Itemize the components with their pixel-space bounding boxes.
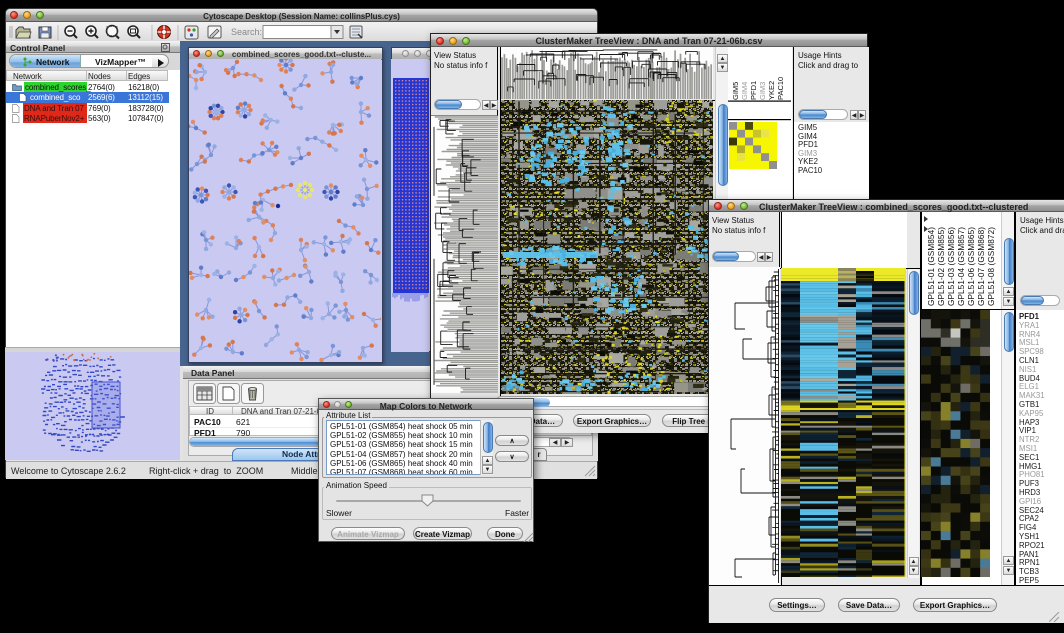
svg-text:GIM5: GIM5 [731, 82, 740, 100]
svg-text:GPL51-07 (GSM868): GPL51-07 (GSM868) [977, 227, 986, 306]
svg-text:GIM4: GIM4 [740, 82, 749, 100]
svg-text:GPL51-03 (GSM856): GPL51-03 (GSM856) [947, 227, 956, 306]
svg-text:PAC10: PAC10 [776, 77, 785, 100]
svg-text:GIM3: GIM3 [758, 82, 767, 100]
svg-text:GPL51-01 (GSM854): GPL51-01 (GSM854) [927, 227, 936, 306]
svg-text:YKE2: YKE2 [767, 81, 776, 100]
svg-text:PFD1: PFD1 [749, 81, 758, 100]
svg-text:GPL51-04 (GSM857): GPL51-04 (GSM857) [957, 227, 966, 306]
svg-text:GPL51-02 (GSM855): GPL51-02 (GSM855) [937, 227, 946, 306]
svg-text:GPL51-06 (GSM865): GPL51-06 (GSM865) [967, 227, 976, 306]
svg-text:Search:: Search: [231, 27, 262, 37]
svg-text:GPL51-08 (GSM872): GPL51-08 (GSM872) [987, 227, 996, 306]
